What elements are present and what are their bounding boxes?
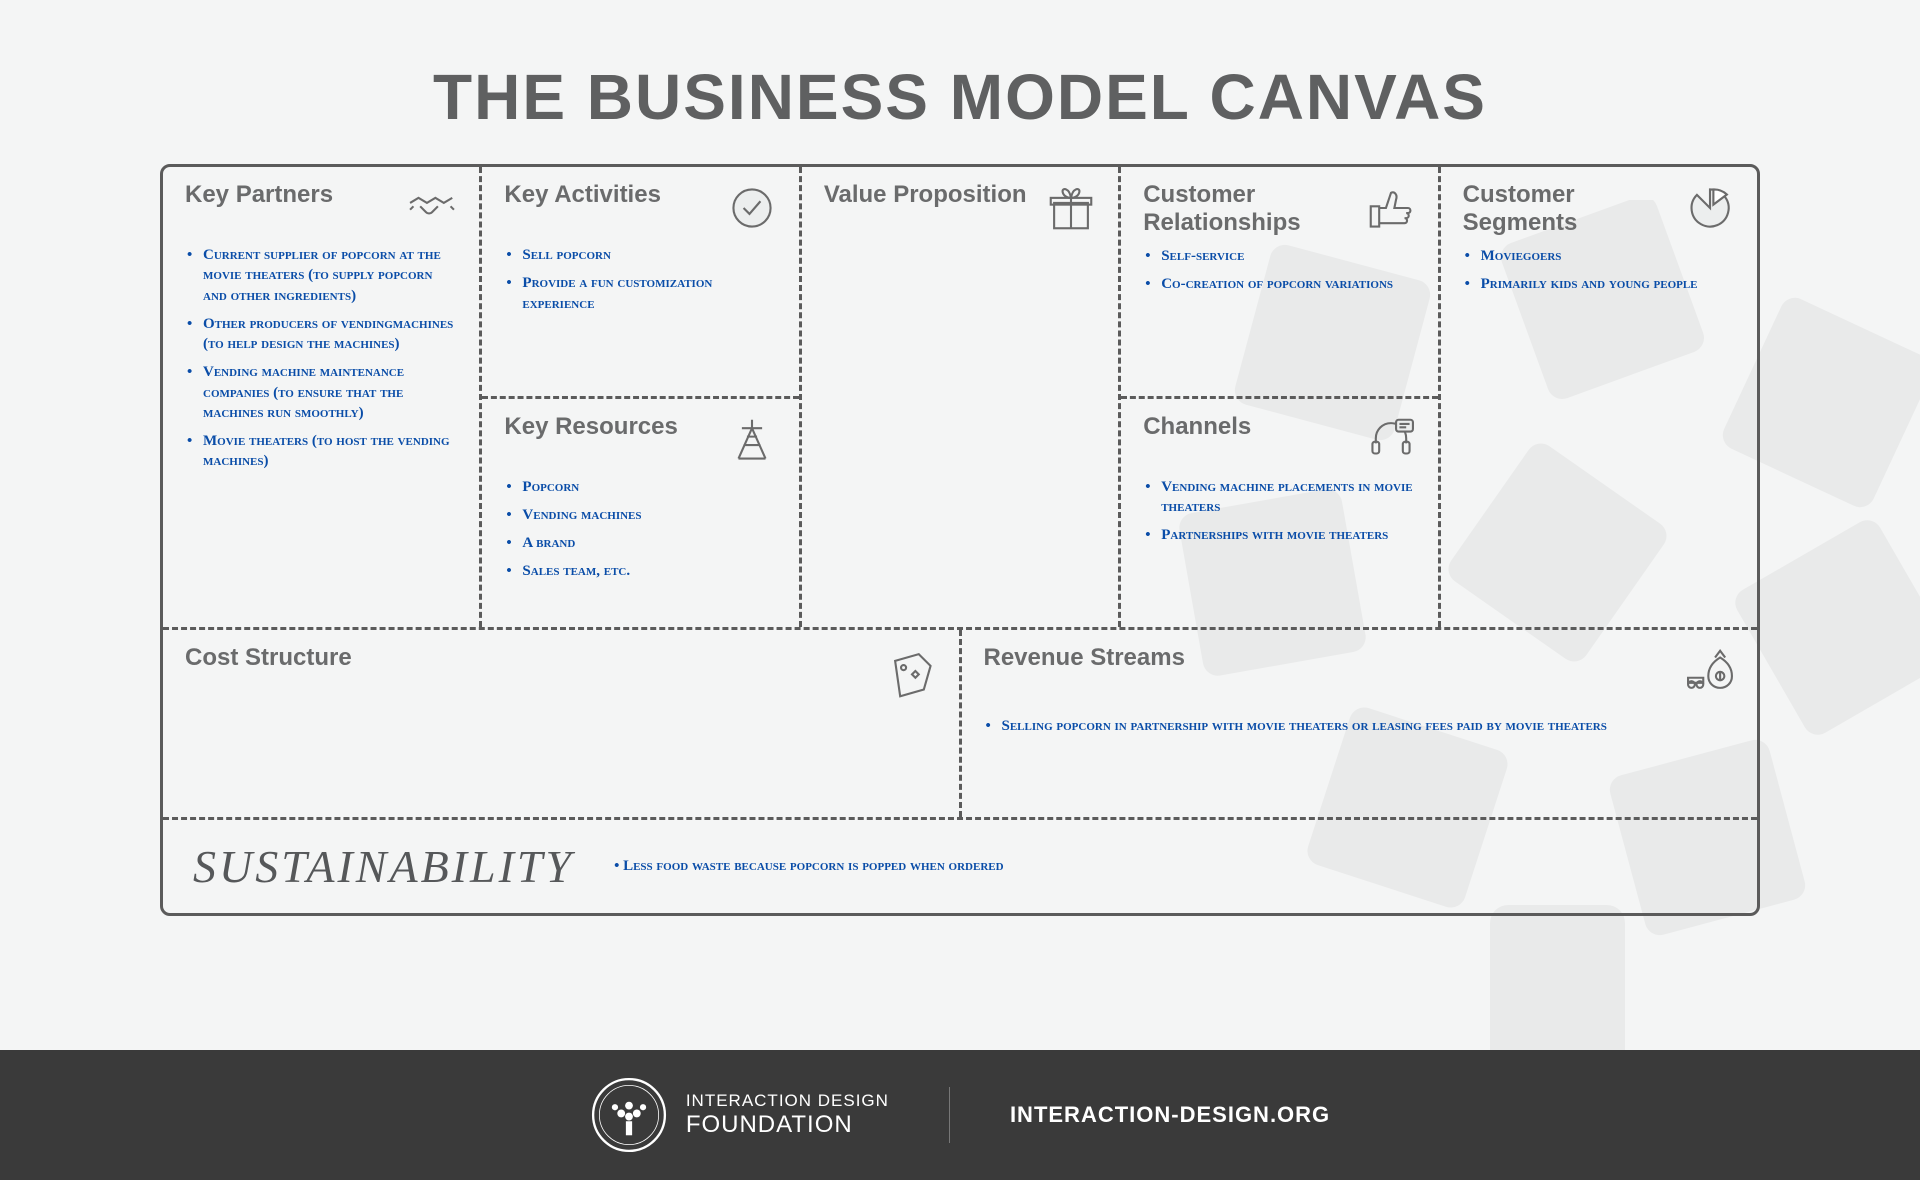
footer-separator [949, 1087, 950, 1143]
idf-logo-icon [590, 1076, 668, 1154]
block-cost-structure: Cost Structure [163, 630, 959, 817]
list-item: Vending machine maintenance companies (t… [193, 362, 457, 423]
list-item: Selling popcorn in partnership with movi… [992, 716, 1736, 736]
block-title: Key Activities [504, 181, 661, 209]
list-item: Less food waste because popcorn is poppe… [614, 858, 1003, 875]
list-item: Sales team, etc. [512, 561, 776, 581]
price-tag-icon [885, 644, 939, 698]
block-channels: Channels Vending machine placements in m… [1121, 396, 1437, 628]
bullet-list: Less food waste because popcorn is poppe… [614, 858, 1003, 875]
page-title: THE BUSINESS MODEL CANVAS [0, 0, 1920, 164]
bullet-list: Selling popcorn in partnership with movi… [962, 698, 1758, 754]
handshake-icon [405, 181, 459, 235]
list-item: Moviegoers [1471, 246, 1735, 266]
footer-text-line2: FOUNDATION [686, 1111, 889, 1139]
list-item: Provide a fun customization experience [512, 273, 776, 314]
block-key-partners: Key Partners Current supplier of popcorn… [163, 167, 479, 627]
headset-chat-icon [1364, 413, 1418, 467]
list-item: Vending machine placements in movie thea… [1151, 477, 1415, 518]
bullet-list: Vending machine placements in movie thea… [1121, 467, 1437, 564]
block-title: Customer Segments [1463, 181, 1683, 236]
bullet-list: Current supplier of popcorn at the movie… [163, 235, 479, 490]
list-item: Current supplier of popcorn at the movie… [193, 245, 457, 306]
block-title: Revenue Streams [984, 644, 1185, 672]
checkmark-circle-icon [725, 181, 779, 235]
business-model-canvas: Key Partners Current supplier of popcorn… [160, 164, 1760, 916]
list-item: Popcorn [512, 477, 776, 497]
list-item: Vending machines [512, 505, 776, 525]
footer-branding: INTERACTION DESIGN FOUNDATION [590, 1076, 889, 1154]
list-item: Sell popcorn [512, 245, 776, 265]
block-title: Customer Relationships [1143, 181, 1363, 236]
block-title: Key Resources [504, 413, 677, 441]
block-sustainability: SUSTAINABILITY Less food waste because p… [163, 817, 1757, 913]
block-title: Value Proposition [824, 181, 1027, 209]
footer-url: INTERACTION-DESIGN.ORG [1010, 1102, 1330, 1128]
list-item: Partnerships with movie theaters [1151, 525, 1415, 545]
thumbs-up-icon [1364, 181, 1418, 235]
money-bag-icon [1683, 644, 1737, 698]
bullet-list: Self-service Co-creation of popcorn varia… [1121, 236, 1437, 313]
bullet-list: Sell popcorn Provide a fun customization … [482, 235, 798, 332]
list-item: Primarily kids and young people [1471, 274, 1735, 294]
footer: INTERACTION DESIGN FOUNDATION INTERACTIO… [0, 1050, 1920, 1180]
block-revenue-streams: Revenue Streams Selling popcorn in partn… [959, 630, 1758, 817]
canvas-top-row: Key Partners Current supplier of popcorn… [163, 167, 1757, 627]
list-item: Other producers of vendingmachines (to h… [193, 314, 457, 355]
block-value-proposition: Value Proposition [799, 167, 1118, 627]
list-item: Co-creation of popcorn variations [1151, 274, 1415, 294]
block-title: Channels [1143, 413, 1251, 441]
block-column-activities-resources: Key Activities Sell popcorn Provide a fun… [479, 167, 798, 627]
canvas-mid-row: Cost Structure Revenue Streams [163, 627, 1757, 817]
footer-org-name: INTERACTION DESIGN FOUNDATION [686, 1091, 889, 1138]
block-key-activities: Key Activities Sell popcorn Provide a fun… [482, 167, 798, 396]
bullet-list: Moviegoers Primarily kids and young peopl… [1441, 236, 1757, 313]
list-item: A brand [512, 533, 776, 553]
list-item: Self-service [1151, 246, 1415, 266]
power-tower-icon [725, 413, 779, 467]
block-column-relationships-channels: Customer Relationships Self-service Co-cr… [1118, 167, 1437, 627]
footer-text-line1: INTERACTION DESIGN [686, 1091, 889, 1111]
gift-icon [1044, 181, 1098, 235]
block-title: Cost Structure [185, 644, 352, 672]
pie-chart-icon [1683, 181, 1737, 235]
bullet-list: Popcorn Vending machines A brand Sales team… [482, 467, 798, 600]
list-item: Movie theaters (to host the vending mach… [193, 431, 457, 472]
block-key-resources: Key Resources Popcorn Vending machines A b… [482, 396, 798, 628]
block-customer-relationships: Customer Relationships Self-service Co-cr… [1121, 167, 1437, 396]
sustainability-title: SUSTAINABILITY [193, 840, 574, 893]
block-customer-segments: Customer Segments Moviegoers Primarily ki… [1438, 167, 1757, 627]
block-title: Key Partners [185, 181, 333, 209]
